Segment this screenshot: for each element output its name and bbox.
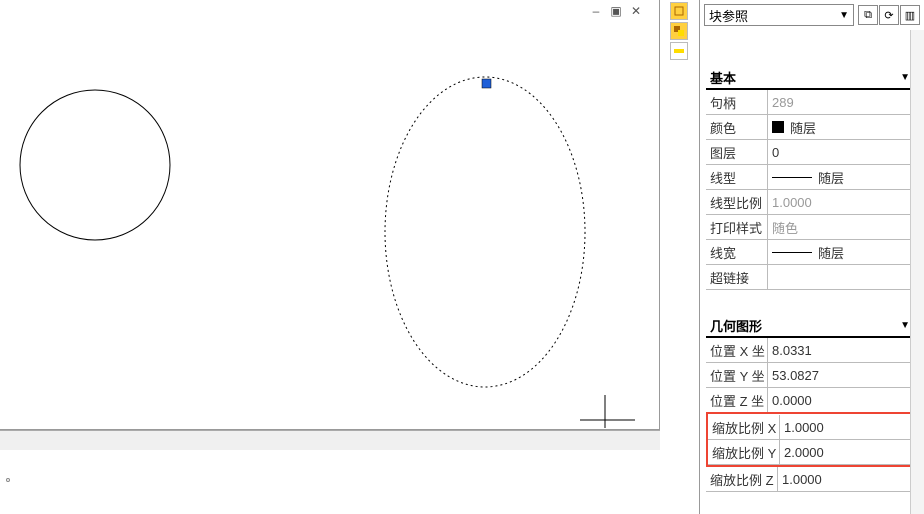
collapse-icon: ▼ [900,320,910,331]
row-scalex[interactable]: 缩放比例 X1.0000 [708,415,912,440]
row-scalez[interactable]: 缩放比例 Z1.0000 [706,467,914,492]
row-posy[interactable]: 位置 Y 坐53.0827 [706,363,914,388]
row-posx[interactable]: 位置 X 坐8.0331 [706,338,914,363]
tool-icon-3[interactable] [670,42,688,60]
panel-body: 基本 ▼ 句柄289 颜色随层 图层0 线型随层 线型比例1.0000 打印样式… [700,30,924,514]
panel-header: 块参照 ▼ ⧉ ⟳ ▥ [700,0,924,30]
command-area[interactable] [0,450,660,510]
dot-icon [6,478,10,482]
row-posz[interactable]: 位置 Z 坐0.0000 [706,388,914,413]
row-linetype[interactable]: 线型随层 [706,165,914,190]
collapse-icon: ▼ [900,72,910,83]
row-hyperlink[interactable]: 超链接 [706,265,914,290]
row-handle[interactable]: 句柄289 [706,90,914,115]
drawing-canvas[interactable]: – ▣ ✕ [0,0,660,430]
quick-select-icon[interactable]: ⟳ [879,5,899,25]
pick-icon[interactable]: ⧉ [858,5,878,25]
status-bar [0,430,660,450]
row-layer[interactable]: 图层0 [706,140,914,165]
section-geometry[interactable]: 几何图形 ▼ [706,314,914,338]
row-scaley[interactable]: 缩放比例 Y2.0000 [708,440,912,465]
line-sample-icon [772,177,812,178]
scale-highlight: 缩放比例 X1.0000 缩放比例 Y2.0000 [706,412,914,467]
row-plotstyle[interactable]: 打印样式随色 [706,215,914,240]
row-color[interactable]: 颜色随层 [706,115,914,140]
line-sample-icon [772,252,812,253]
select-value: 块参照 [709,6,748,25]
canvas-svg [0,0,660,430]
tool-icon-1[interactable] [670,2,688,20]
chevron-down-icon: ▼ [839,10,849,21]
row-ltscale[interactable]: 线型比例1.0000 [706,190,914,215]
properties-panel: 块参照 ▼ ⧉ ⟳ ▥ 基本 ▼ 句柄289 颜色随层 图层0 线型随层 线型比… [699,0,924,514]
object-type-select[interactable]: 块参照 ▼ [704,4,854,26]
scrollbar[interactable] [910,30,924,514]
section-basic[interactable]: 基本 ▼ [706,66,914,90]
tool-strip [670,2,692,60]
row-lineweight[interactable]: 线宽随层 [706,240,914,265]
section-title: 几何图形 [710,316,762,335]
toggle-icon[interactable]: ▥ [900,5,920,25]
section-title: 基本 [710,68,736,87]
tool-icon-2[interactable] [670,22,688,40]
color-swatch-icon [772,121,784,133]
